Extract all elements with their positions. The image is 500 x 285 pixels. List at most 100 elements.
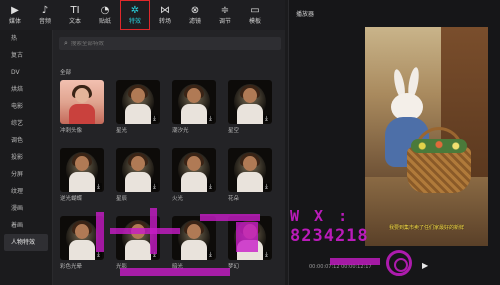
tool-label: 转场 [158, 18, 171, 25]
category-item[interactable]: DV [0, 64, 52, 81]
category-item[interactable]: 纹理 [0, 183, 52, 200]
watermark-stroke [120, 268, 230, 276]
tool-label: 贴纸 [98, 18, 111, 25]
effect-card[interactable]: 冲刺头像 [60, 80, 106, 134]
search-bar[interactable]: ⌕ [59, 37, 281, 50]
audio-icon: ♪ [41, 5, 49, 16]
download-icon[interactable]: ⤓ [207, 115, 214, 122]
category-item[interactable]: 漫画 [0, 200, 52, 217]
watermark-line1: W X : [290, 207, 351, 225]
effect-label: 火光 [172, 196, 184, 202]
download-icon[interactable]: ⤓ [95, 183, 102, 190]
effect-label: 潮汐光 [172, 128, 189, 134]
effect-label: 星空 [228, 128, 240, 134]
effect-thumbnail [60, 80, 104, 124]
category-item[interactable]: 着画 [0, 217, 52, 234]
download-icon[interactable]: ⤓ [207, 183, 214, 190]
download-icon[interactable]: ⤓ [263, 183, 270, 190]
tool-effects[interactable]: ✲ 特效 [120, 0, 150, 30]
effect-thumbnail: ⤓ [172, 80, 216, 124]
tool-adjust[interactable]: ≑ 调节 [210, 0, 240, 30]
tool-transition[interactable]: ⋈ 转场 [150, 0, 180, 30]
effect-card[interactable]: ⤓ 星辰 [116, 148, 162, 202]
category-item-active[interactable]: 人物特效 [4, 234, 48, 251]
download-icon[interactable]: ⤓ [95, 251, 102, 258]
effect-thumbnail: ⤓ [60, 148, 104, 192]
play-icon[interactable]: ▶ [422, 261, 428, 270]
video-editor-window: ▶ 媒体 ♪ 音频 TI 文本 ◔ 贴纸 ✲ 特效 ⋈ 转场 ⊗ 滤镜 ≑ 调节 ▭ 模板 热 复… [0, 0, 500, 285]
category-item[interactable]: 分屏 [0, 166, 52, 183]
tool-label: 特效 [128, 18, 141, 25]
download-icon[interactable]: ⤓ [263, 251, 270, 258]
watermark-stroke [200, 214, 260, 221]
basket-flowers [411, 139, 467, 153]
effect-label: 梦幻 [228, 264, 240, 270]
tool-label: 媒体 [8, 18, 21, 25]
effect-card[interactable]: ⤓ 星空 [228, 80, 274, 134]
effect-thumbnail: ⤓ [172, 216, 216, 260]
effect-category-list: 热 复古 DV 烘焙 电影 综艺 调色 投影 分屏 纹理 漫画 着画 人物特效 [0, 30, 52, 285]
search-icon: ⌕ [64, 39, 68, 47]
effect-card[interactable]: ⤓ 星光 [116, 80, 162, 134]
effect-card[interactable]: ⤓ 花朵 [228, 148, 274, 202]
tool-audio[interactable]: ♪ 音频 [30, 0, 60, 30]
adjust-icon: ≑ [220, 5, 230, 16]
tool-media[interactable]: ▶ 媒体 [0, 0, 30, 30]
tool-template[interactable]: ▭ 模板 [240, 0, 270, 30]
effect-card[interactable]: ⤓ 火光 [172, 148, 218, 202]
effect-card[interactable]: ⤓ 逆光蝴蝶 [60, 148, 106, 202]
effect-label: 星光 [116, 128, 128, 134]
effect-label: 逆光蝴蝶 [60, 196, 83, 202]
text-icon: TI [70, 5, 80, 16]
category-item[interactable]: 综艺 [0, 115, 52, 132]
effect-card[interactable]: ⤓ 潮汐光 [172, 80, 218, 134]
top-toolbar: ▶ 媒体 ♪ 音频 TI 文本 ◔ 贴纸 ✲ 特效 ⋈ 转场 ⊗ 滤镜 ≑ 调节 ▭ 模板 [0, 0, 285, 30]
effect-thumbnail: ⤓ [228, 148, 272, 192]
effect-label: 星辰 [116, 196, 128, 202]
category-item[interactable]: 投影 [0, 149, 52, 166]
tool-label: 音频 [38, 18, 51, 25]
watermark-stroke [110, 228, 180, 234]
effect-card[interactable]: ⤓ 暗光 [172, 216, 218, 270]
watermark-stroke [236, 222, 258, 252]
watermark-stroke [96, 212, 104, 252]
category-item[interactable]: 烘焙 [0, 81, 52, 98]
filter-icon: ⊗ [190, 5, 200, 16]
template-icon: ▭ [250, 5, 260, 16]
download-icon[interactable]: ⤓ [263, 115, 270, 122]
download-icon[interactable]: ⤓ [151, 183, 158, 190]
category-item[interactable]: 调色 [0, 132, 52, 149]
sticker-icon: ◔ [100, 5, 110, 16]
category-item[interactable]: 复古 [0, 47, 52, 64]
flower-basket [407, 147, 471, 193]
effect-label: 彩色光晕 [60, 264, 83, 270]
effect-label: 冲刺头像 [60, 128, 83, 134]
transition-icon: ⋈ [160, 5, 170, 16]
video-preview[interactable]: 我要到集市卖了任们家最好的新鲜 [365, 27, 488, 246]
tool-label: 文本 [68, 18, 81, 25]
effects-icon: ✲ [130, 5, 140, 16]
tool-filter[interactable]: ⊗ 滤镜 [180, 0, 210, 30]
effect-thumbnail: ⤓ [228, 80, 272, 124]
watermark-spiral [386, 250, 412, 276]
effect-thumbnail: ⤓ [116, 80, 160, 124]
media-icon: ▶ [11, 5, 19, 16]
download-icon[interactable]: ⤓ [151, 115, 158, 122]
download-icon[interactable]: ⤓ [207, 251, 214, 258]
effect-thumbnail: ⤓ [172, 148, 216, 192]
category-item[interactable]: 电影 [0, 98, 52, 115]
tool-text[interactable]: TI 文本 [60, 0, 90, 30]
effect-label: 花朵 [228, 196, 240, 202]
watermark-stroke [330, 258, 380, 265]
player-title: 播放器 [296, 11, 315, 18]
section-title: 全部 [60, 70, 72, 76]
tool-sticker[interactable]: ◔ 贴纸 [90, 0, 120, 30]
video-subtitle: 我要到集市卖了任们家最好的新鲜 [388, 225, 464, 231]
tool-label: 调节 [218, 18, 231, 25]
category-item[interactable]: 热 [0, 30, 52, 47]
watermark-stroke [150, 208, 157, 254]
tool-label: 模板 [248, 18, 261, 25]
search-input[interactable] [70, 40, 261, 47]
effect-thumbnail: ⤓ [116, 148, 160, 192]
watermark-text: W X : 8234218 [290, 206, 369, 246]
